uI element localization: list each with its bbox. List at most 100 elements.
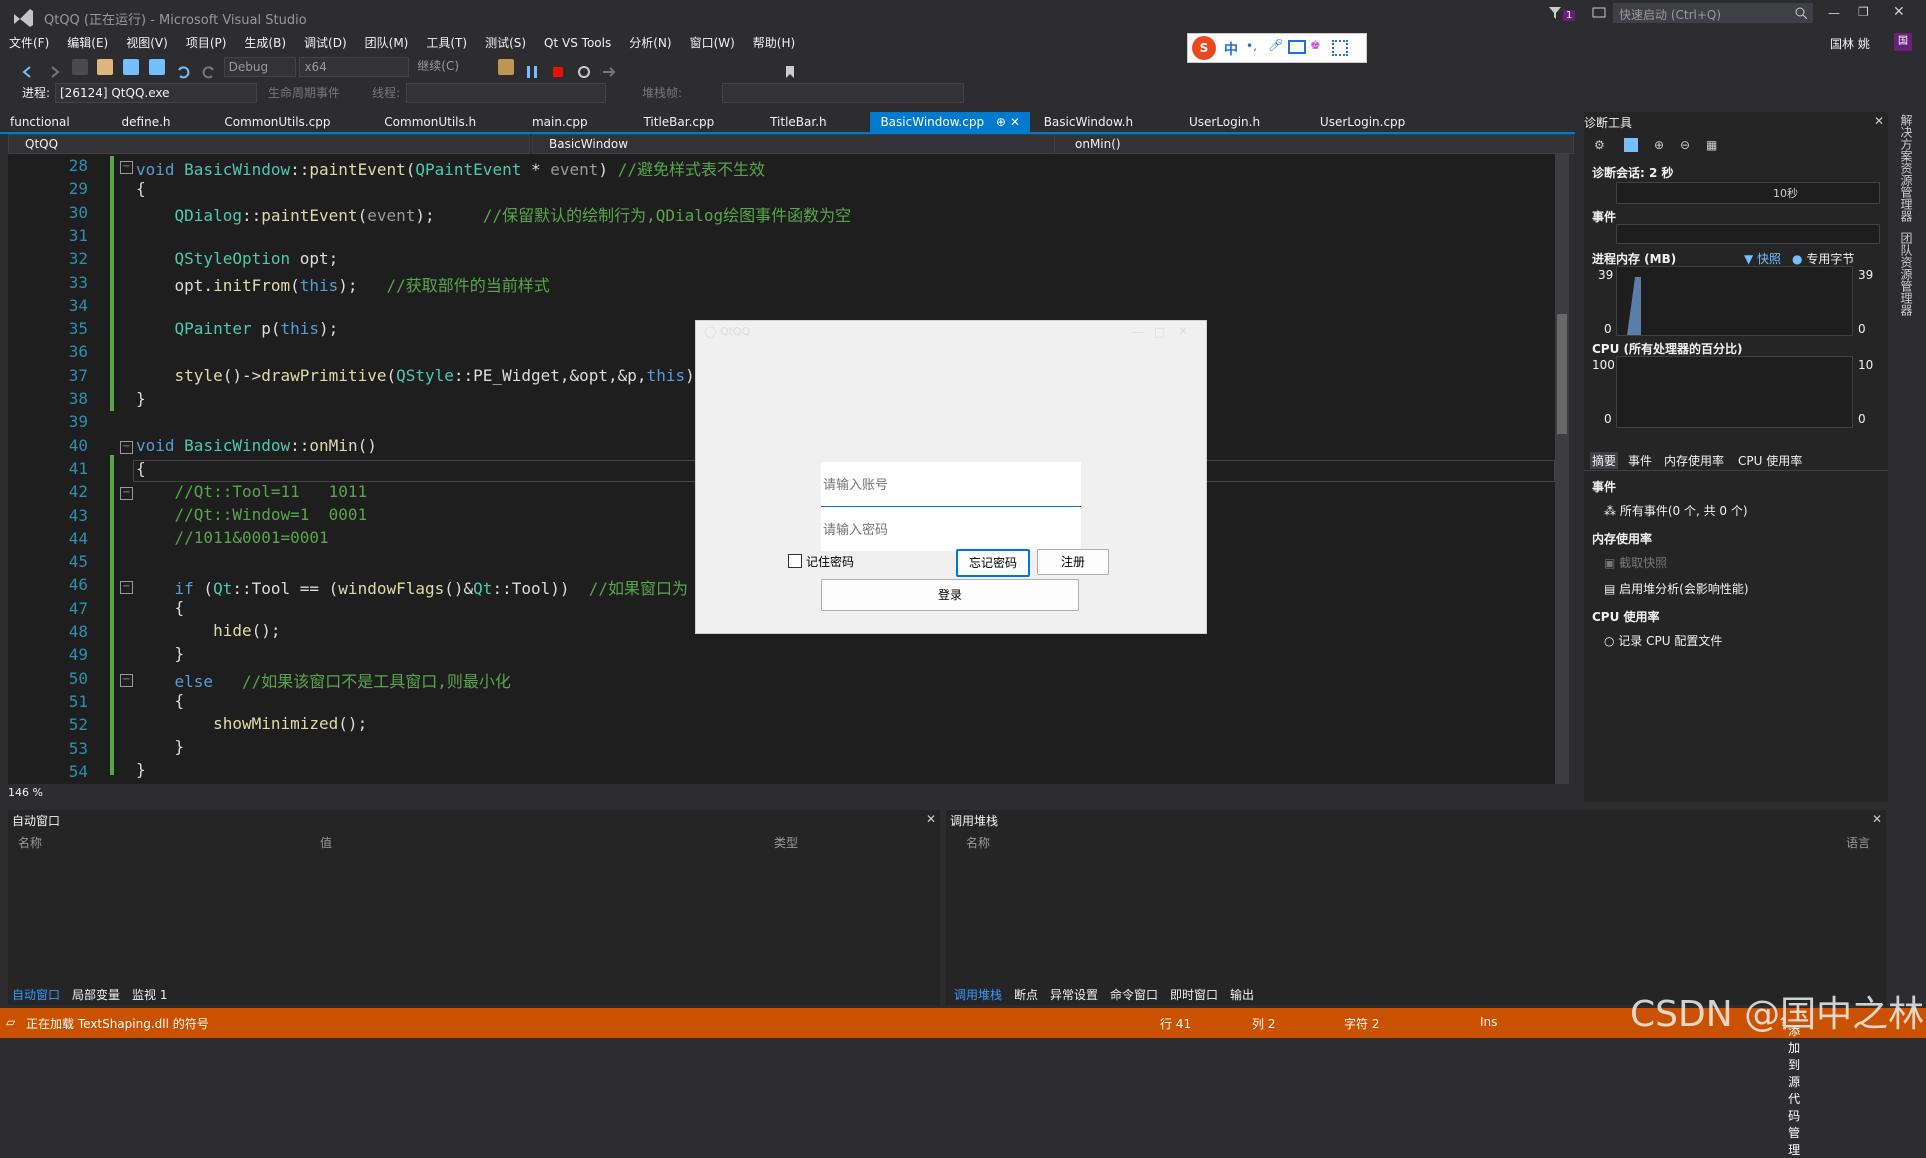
export-icon[interactable] — [1624, 138, 1638, 152]
menu-test[interactable]: 测试(S) — [476, 32, 535, 54]
filter-icon[interactable] — [1548, 6, 1562, 20]
menu-edit[interactable]: 编辑(E) — [58, 32, 117, 54]
menu-debug[interactable]: 调试(D) — [295, 32, 356, 54]
menu-build[interactable]: 生成(B) — [235, 32, 295, 54]
process-select[interactable]: [26124] QtQQ.exe — [55, 83, 257, 103]
tab-userlogin-h[interactable]: UserLogin.h — [1179, 112, 1270, 132]
menu-help[interactable]: 帮助(H) — [744, 32, 804, 54]
side-tab-solution-explorer[interactable]: 解决方案资源管理器 — [1898, 114, 1915, 222]
uncomment-icon[interactable] — [756, 59, 772, 75]
restore-button[interactable]: ❐ — [1858, 5, 1869, 19]
tab-userlogin-cpp[interactable]: UserLogin.cpp — [1310, 112, 1415, 132]
col-callstack-name[interactable]: 名称 — [966, 834, 990, 851]
settings-icon[interactable]: ⚙ — [1594, 138, 1605, 152]
step-into-icon[interactable] — [627, 59, 643, 75]
forward-icon[interactable] — [46, 64, 62, 80]
timeline-ruler[interactable]: 10秒 — [1616, 182, 1880, 204]
login-button[interactable]: 登录 — [821, 579, 1079, 611]
tab-memory-usage[interactable]: 内存使用率 — [1664, 452, 1724, 469]
fold-toggle[interactable]: − — [120, 161, 133, 174]
close-button[interactable]: ✕ — [1893, 4, 1905, 20]
tab-functional[interactable]: functional — [0, 112, 80, 132]
tab-basicwindow-h[interactable]: BasicWindow.h — [1034, 112, 1143, 132]
menu-tools[interactable]: 工具(T) — [417, 32, 476, 54]
bookmark-icon[interactable] — [782, 64, 798, 80]
status-mode[interactable]: Ins — [1480, 1015, 1497, 1029]
fold-toggle[interactable]: − — [120, 487, 133, 500]
close-callstack-icon[interactable]: ✕ — [1872, 812, 1882, 826]
close-tab-icon[interactable]: ✕ — [1010, 115, 1020, 129]
status-line[interactable]: 行 41 — [1160, 1015, 1191, 1032]
member-dropdown[interactable]: onMin() — [1054, 134, 1574, 154]
continue-button[interactable]: 继续(C) — [413, 57, 491, 75]
take-snapshot-button[interactable]: ▣ 截取快照 — [1604, 554, 1667, 571]
next-bookmark-icon[interactable] — [834, 59, 850, 75]
record-cpu-profile-button[interactable]: ○ 记录 CPU 配置文件 — [1604, 632, 1722, 649]
scroll-thumb[interactable] — [1557, 314, 1567, 434]
lifecycle-events-button[interactable]: 生命周期事件 — [268, 84, 340, 101]
forgot-password-button[interactable]: 忘记密码 — [956, 549, 1030, 577]
new-project-icon[interactable] — [71, 59, 88, 75]
account-input[interactable] — [821, 462, 1081, 508]
project-dropdown[interactable]: QtQQ — [8, 134, 530, 154]
thread-select[interactable] — [406, 83, 606, 103]
menu-team[interactable]: 团队(M) — [356, 32, 418, 54]
open-folder-icon[interactable] — [97, 59, 114, 75]
menu-analyze[interactable]: 分析(N) — [620, 32, 680, 54]
register-button[interactable]: 注册 — [1037, 549, 1109, 575]
comment-icon[interactable] — [731, 59, 747, 75]
status-column[interactable]: 列 2 — [1252, 1015, 1275, 1032]
fold-toggle[interactable]: − — [120, 441, 133, 454]
class-dropdown[interactable]: BasicWindow — [532, 134, 1062, 154]
feedback-icon[interactable] — [1592, 6, 1606, 20]
pin-icon[interactable]: ⊕ — [996, 115, 1006, 129]
side-tab-team-explorer[interactable]: 团队资源管理器 — [1898, 232, 1915, 316]
tab-main-cpp[interactable]: main.cpp — [522, 112, 598, 132]
quick-launch-input[interactable]: 快速启动 (Ctrl+Q) — [1613, 3, 1813, 23]
tab-autos[interactable]: 自动窗口 — [12, 986, 60, 1003]
tab-locals[interactable]: 局部变量 — [72, 986, 120, 1003]
tab-titlebar-h[interactable]: TitleBar.h — [760, 112, 837, 132]
undo-icon[interactable] — [175, 64, 191, 80]
col-name[interactable]: 名称 — [18, 834, 42, 851]
remember-password-checkbox[interactable] — [788, 554, 802, 568]
platform-select[interactable]: x64 — [299, 57, 410, 77]
notification-badge[interactable]: 1 — [1563, 10, 1576, 21]
step-out-icon[interactable] — [679, 59, 695, 75]
tab-immediate-window[interactable]: 即时窗口 — [1170, 986, 1218, 1003]
menu-window[interactable]: 窗口(W) — [681, 32, 744, 54]
menu-view[interactable]: 视图(V) — [117, 32, 177, 54]
menu-project[interactable]: 项目(P) — [177, 32, 236, 54]
show-next-statement-icon[interactable] — [601, 64, 617, 80]
zoom-level[interactable]: 146 % — [8, 786, 68, 802]
save-all-icon[interactable] — [149, 59, 166, 75]
menu-file[interactable]: 文件(F) — [0, 32, 58, 54]
prev-bookmark-icon[interactable] — [808, 59, 824, 75]
fold-toggle[interactable]: − — [120, 581, 133, 594]
stop-icon[interactable] — [550, 64, 566, 80]
configuration-select[interactable]: Debug — [223, 57, 296, 77]
tab-cpu-usage[interactable]: CPU 使用率 — [1738, 452, 1802, 469]
dialog-minimize-button[interactable]: — — [1132, 325, 1144, 339]
reset-view-icon[interactable]: ▦ — [1706, 138, 1717, 152]
password-input[interactable] — [821, 507, 1081, 551]
redo-icon[interactable] — [201, 64, 217, 80]
zoom-out-icon[interactable]: ⊖ — [1680, 138, 1690, 152]
dialog-maximize-button[interactable]: □ — [1154, 325, 1165, 339]
close-panel-icon[interactable]: ✕ — [1874, 114, 1884, 128]
restart-icon[interactable] — [576, 64, 592, 80]
menu-qt-vs-tools[interactable]: Qt VS Tools — [535, 32, 620, 54]
tab-watch1[interactable]: 监视 1 — [132, 986, 167, 1003]
tab-define-h[interactable]: define.h — [112, 112, 181, 132]
save-icon[interactable] — [123, 59, 140, 75]
col-type[interactable]: 类型 — [774, 834, 798, 851]
hex-display-icon[interactable] — [705, 59, 721, 75]
tab-basicwindow-cpp[interactable]: BasicWindow.cpp ⊕ ✕ — [870, 112, 1030, 132]
close-autos-icon[interactable]: ✕ — [926, 812, 936, 826]
back-icon[interactable] — [20, 64, 36, 80]
pause-icon[interactable] — [524, 64, 540, 80]
tab-titlebar-cpp[interactable]: TitleBar.cpp — [633, 112, 724, 132]
all-events-link[interactable]: ⁂ 所有事件(0 个, 共 0 个) — [1604, 502, 1748, 519]
minimize-button[interactable]: — — [1828, 6, 1840, 20]
fold-toggle[interactable]: − — [120, 674, 133, 687]
